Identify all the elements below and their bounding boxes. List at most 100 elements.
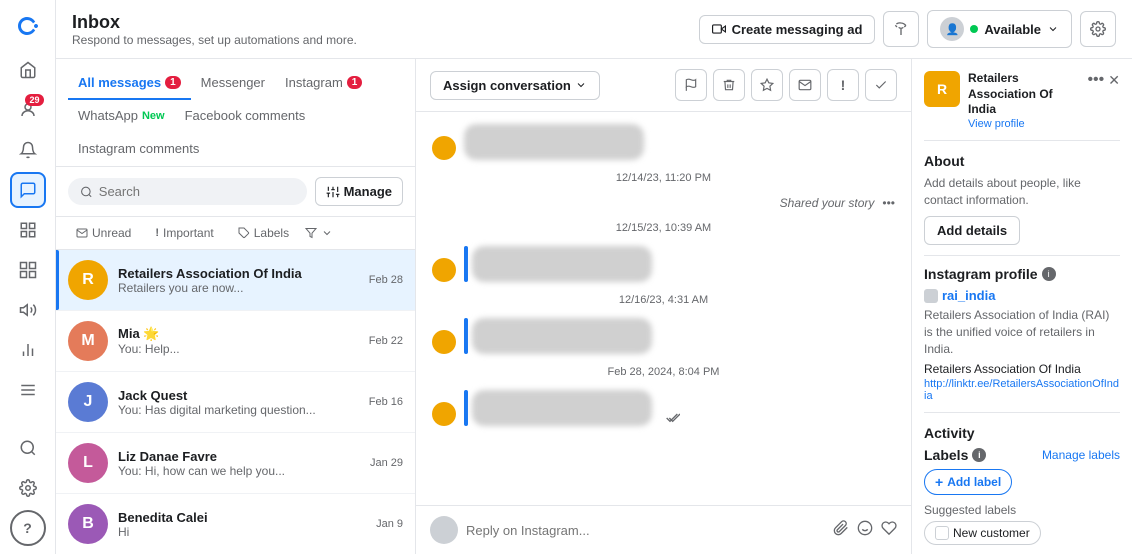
message-bubble xyxy=(472,318,652,354)
tab-whatsapp[interactable]: WhatsApp New xyxy=(68,100,175,133)
profile-thumbnail: R xyxy=(924,71,960,107)
menu-icon[interactable] xyxy=(10,372,46,408)
assign-conversation-button[interactable]: Assign conversation xyxy=(430,71,600,100)
message-bubble xyxy=(472,390,652,426)
person-icon[interactable]: 29 xyxy=(10,92,46,128)
conversation-item-mia[interactable]: M Mia 🌟 You: Help... Feb 22 xyxy=(56,311,415,372)
manage-button[interactable]: Manage xyxy=(315,177,403,206)
bell-icon[interactable] xyxy=(10,132,46,168)
divider xyxy=(924,255,1120,256)
add-label-button[interactable]: + Add label xyxy=(924,469,1012,495)
create-ad-button[interactable]: Create messaging ad xyxy=(699,15,876,44)
person-badge: 29 xyxy=(25,94,43,106)
message-timestamp: 12/14/23, 11:20 PM xyxy=(432,168,895,188)
conversation-view: Assign conversation xyxy=(416,59,912,554)
more-icon[interactable]: ••• xyxy=(882,196,895,210)
delete-action-button[interactable] xyxy=(713,69,745,101)
message-avatar xyxy=(432,402,456,426)
ig-link[interactable]: http://linktr.ee/RetailersAssociationOfI… xyxy=(924,378,1120,402)
new-customer-label-chip[interactable]: New customer xyxy=(924,521,1041,545)
attachment-icon[interactable] xyxy=(833,520,849,541)
reply-bar xyxy=(416,505,911,554)
labels-filter[interactable]: Labels xyxy=(230,223,297,243)
email-action-button[interactable] xyxy=(789,69,821,101)
filter-more-btn[interactable] xyxy=(305,227,333,239)
tab-instagram[interactable]: Instagram 1 xyxy=(275,67,372,100)
flag-action-button[interactable] xyxy=(675,69,707,101)
avatar: R xyxy=(68,260,108,300)
reply-input[interactable] xyxy=(466,523,825,538)
conversation-item-retailers[interactable]: R Retailers Association Of India Retaile… xyxy=(56,250,415,311)
emoji-icon[interactable] xyxy=(857,520,873,541)
divider xyxy=(924,140,1120,141)
pages-icon[interactable] xyxy=(10,212,46,248)
reply-icons xyxy=(833,520,897,541)
meta-logo-icon[interactable] xyxy=(10,8,46,44)
sliders-icon xyxy=(326,185,340,199)
chevron-down-icon xyxy=(575,79,587,91)
message-timestamp: Feb 28, 2024, 8:04 PM xyxy=(432,362,895,382)
right-panel-actions: ••• ✕ xyxy=(1087,71,1120,89)
header-settings-button[interactable] xyxy=(1080,11,1116,47)
divider xyxy=(924,412,1120,413)
message-row xyxy=(432,246,895,282)
megaphone-icon[interactable] xyxy=(10,292,46,328)
connectivity-button[interactable] xyxy=(883,11,919,47)
avatar: J xyxy=(68,382,108,422)
message-thread-indicator xyxy=(464,246,468,282)
conversation-item-jack[interactable]: J Jack Quest You: Has digital marketing … xyxy=(56,372,415,433)
tab-facebook-comments[interactable]: Facebook comments xyxy=(175,100,316,133)
left-navigation: 29 ? xyxy=(0,0,56,554)
plus-icon: + xyxy=(935,474,943,490)
conversation-item-liz[interactable]: L Liz Danae Favre You: Hi, how can we he… xyxy=(56,433,415,494)
add-details-button[interactable]: Add details xyxy=(924,216,1020,245)
chat-icon[interactable] xyxy=(10,172,46,208)
grid-icon[interactable] xyxy=(10,252,46,288)
more-options-button[interactable]: ••• xyxy=(1087,71,1104,89)
labels-title: Labels i xyxy=(924,447,986,463)
page-title: Inbox xyxy=(72,12,357,33)
info-icon[interactable]: i xyxy=(1042,267,1056,281)
envelope-icon xyxy=(76,227,88,239)
search-input-wrap[interactable] xyxy=(68,178,307,205)
manage-labels-link[interactable]: Manage labels xyxy=(1042,448,1120,462)
about-title: About xyxy=(924,153,1120,169)
convo-info: Retailers Association Of India Retailers… xyxy=(118,266,359,295)
settings-nav-icon[interactable] xyxy=(10,470,46,506)
instagram-badge: 1 xyxy=(347,76,363,89)
label-checkbox[interactable] xyxy=(935,526,949,540)
search-input[interactable] xyxy=(99,184,295,199)
inbox-search-bar: Manage xyxy=(56,167,415,217)
close-panel-button[interactable]: ✕ xyxy=(1108,72,1120,89)
help-icon[interactable]: ? xyxy=(10,510,46,546)
message-thread-indicator xyxy=(464,390,468,426)
activity-title: Activity xyxy=(924,425,1120,441)
mark-action-button[interactable]: ! xyxy=(827,69,859,101)
message-row xyxy=(432,318,895,354)
tab-messenger[interactable]: Messenger xyxy=(191,67,275,100)
heart-icon[interactable] xyxy=(881,520,897,541)
double-check-icon xyxy=(664,410,680,426)
important-filter[interactable]: ! Important xyxy=(147,223,221,243)
done-action-button[interactable] xyxy=(865,69,897,101)
labels-info-icon[interactable]: i xyxy=(972,448,986,462)
conversation-item-benedita[interactable]: B Benedita Calei Hi Jan 9 xyxy=(56,494,415,554)
available-status-button[interactable]: 👤 Available xyxy=(927,10,1072,48)
search-nav-icon[interactable] xyxy=(10,430,46,466)
chart-icon[interactable] xyxy=(10,332,46,368)
messages-area: 12/14/23, 11:20 PM Shared your story •••… xyxy=(416,112,911,505)
exclamation-icon: ! xyxy=(155,227,159,239)
right-panel-header: R RetailersAssociation OfIndia View prof… xyxy=(924,71,1120,130)
filter-icon xyxy=(305,227,317,239)
star-action-button[interactable] xyxy=(751,69,783,101)
tab-instagram-comments[interactable]: Instagram comments xyxy=(68,133,209,166)
convo-info: Jack Quest You: Has digital marketing qu… xyxy=(118,388,359,417)
header-actions: Create messaging ad 👤 Available xyxy=(699,10,1116,48)
home-icon[interactable] xyxy=(10,52,46,88)
ig-username[interactable]: rai_india xyxy=(924,288,1120,303)
unread-filter[interactable]: Unread xyxy=(68,223,139,243)
labels-header: Labels i Manage labels xyxy=(924,447,1120,463)
view-profile-link[interactable]: View profile xyxy=(968,118,1053,130)
message-timestamp: 12/15/23, 10:39 AM xyxy=(432,218,895,238)
tab-all-messages[interactable]: All messages 1 xyxy=(68,67,191,100)
